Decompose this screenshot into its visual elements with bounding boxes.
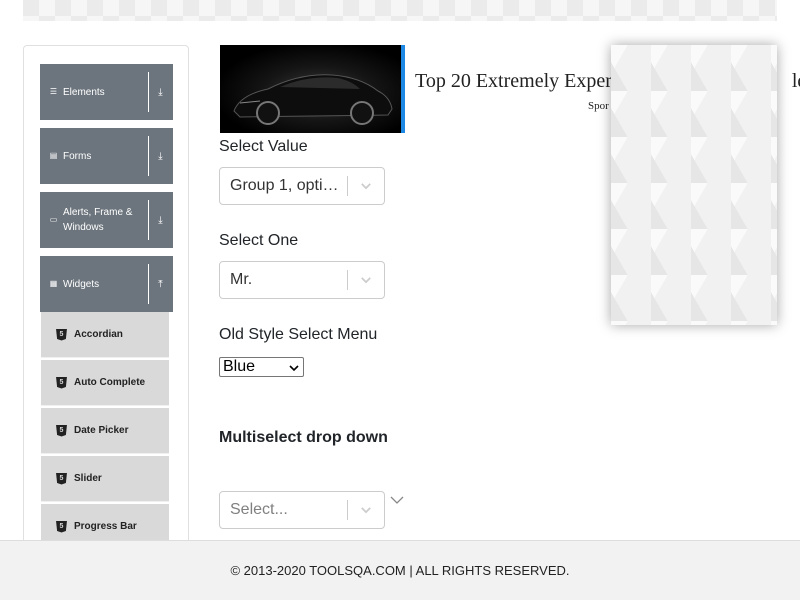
select-one-current: Mr. — [230, 271, 253, 288]
ad-car-image[interactable] — [220, 45, 405, 133]
group-label: Elements — [63, 86, 105, 98]
sidebar-item-auto-complete[interactable]: 5 Auto Complete — [41, 360, 169, 406]
html5-icon: 5 — [56, 472, 67, 485]
menu-item-label: Accordian — [74, 329, 123, 340]
group-label: Widgets — [63, 278, 100, 290]
menu-item-label: Slider — [74, 473, 102, 484]
group-label: Forms — [63, 150, 92, 162]
html5-icon: 5 — [56, 424, 67, 437]
chevron-down-icon[interactable] — [348, 262, 384, 298]
html5-icon: 5 — [56, 520, 67, 533]
html5-icon: 5 — [56, 328, 67, 341]
divider — [148, 136, 149, 176]
chevron-down-icon[interactable] — [348, 492, 384, 528]
ad-subtitle: Spor — [588, 100, 609, 112]
old-style-select-label: Old Style Select Menu — [219, 326, 378, 343]
sidebar-group-alerts[interactable]: ▭ Alerts, Frame & Windows ⤓ — [40, 192, 173, 248]
divider — [148, 200, 149, 240]
chevron-down-icon[interactable] — [390, 494, 404, 506]
select-value-label: Select Value — [219, 138, 308, 155]
grid-icon: ▦ — [49, 279, 58, 288]
divider — [148, 72, 149, 112]
top-banner-ad[interactable] — [23, 0, 777, 21]
multiselect-label: Multiselect drop down — [219, 429, 388, 446]
multiselect-placeholder: Select... — [230, 501, 288, 518]
sidebar-group-widgets[interactable]: ▦ Widgets ⤒ — [40, 256, 173, 312]
chevron-down-icon[interactable] — [348, 168, 384, 204]
left-sidebar: ☰ Elements ⤓ ▤ Forms ⤓ ▭ Alerts, Frame &… — [23, 45, 189, 565]
multiselect-dropdown[interactable]: Select... — [219, 491, 385, 529]
select-one-dropdown[interactable]: Mr. — [219, 261, 385, 299]
hamburger-icon: ☰ — [49, 87, 58, 96]
sidebar-item-date-picker[interactable]: 5 Date Picker — [41, 408, 169, 454]
copyright-text: © 2013-2020 TOOLSQA.COM | ALL RIGHTS RES… — [230, 563, 570, 578]
chevron-down-icon — [289, 365, 299, 372]
window-icon: ▭ — [49, 215, 58, 224]
menu-item-label: Auto Complete — [74, 377, 146, 388]
group-label: Alerts, Frame & Windows — [63, 207, 133, 233]
download-arrow-icon[interactable]: ⤓ — [153, 128, 168, 184]
menu-item-label: Progress Bar — [74, 521, 137, 532]
old-style-select[interactable]: Blue — [219, 357, 304, 377]
page-footer: © 2013-2020 TOOLSQA.COM | ALL RIGHTS RES… — [0, 540, 800, 600]
download-arrow-icon[interactable]: ⤓ — [153, 192, 168, 248]
select-value-dropdown[interactable]: Group 1, option 1 — [219, 167, 385, 205]
html5-icon: 5 — [56, 376, 67, 389]
ad-overlay-panel[interactable] — [611, 45, 777, 325]
upload-arrow-icon[interactable]: ⤒ — [153, 256, 168, 312]
divider — [148, 264, 149, 304]
select-one-label: Select One — [219, 232, 299, 249]
old-style-select-value: Blue — [223, 358, 256, 375]
sidebar-group-elements[interactable]: ☰ Elements ⤓ — [40, 64, 173, 120]
download-arrow-icon[interactable]: ⤓ — [153, 64, 168, 120]
sidebar-item-slider[interactable]: 5 Slider — [41, 456, 169, 502]
select-value-current: Group 1, option 1 — [230, 177, 347, 194]
sidebar-item-accordian[interactable]: 5 Accordian — [41, 312, 169, 358]
sidebar-group-forms[interactable]: ▤ Forms ⤓ — [40, 128, 173, 184]
document-icon: ▤ — [49, 151, 58, 160]
menu-item-label: Date Picker — [74, 425, 129, 436]
